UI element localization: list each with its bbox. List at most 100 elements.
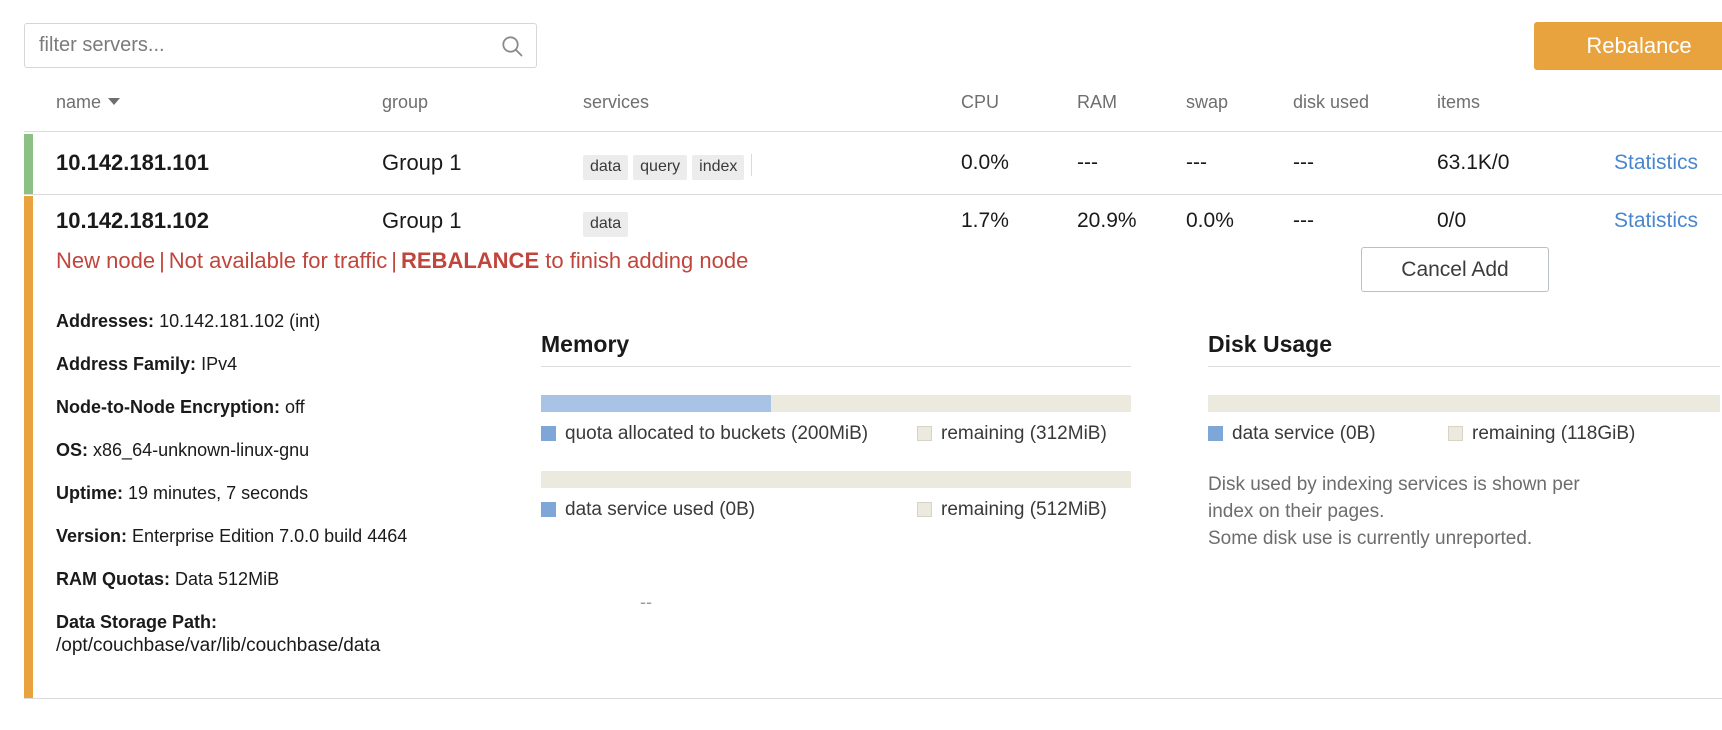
detail-value: x86_64-unknown-linux-gnu (93, 440, 309, 460)
detail-value: 10.142.181.102 (int) (159, 311, 320, 331)
services-divider (751, 154, 752, 176)
detail-node-encryption: Node-to-Node Encryption: off (56, 396, 486, 418)
servers-page: Rebalance name group services CPU RAM sw… (0, 0, 1722, 730)
legend-swatch-icon (917, 426, 932, 441)
legend-label: data service (0B) (1232, 423, 1376, 444)
legend-label: data service used (0B) (565, 499, 755, 520)
warning-finish-text: to finish adding node (545, 248, 748, 273)
cpu-value: 1.7% (961, 209, 1009, 233)
disk-note-line-3: Some disk use is currently unreported. (1208, 525, 1720, 552)
column-header-swap[interactable]: swap (1186, 92, 1228, 113)
services-badges: data (583, 212, 633, 237)
node-details: Addresses: 10.142.181.102 (int) Address … (56, 310, 486, 678)
disk-note-line-2: index on their pages. (1208, 498, 1720, 525)
detail-label: Uptime: (56, 483, 123, 503)
detail-ram-quotas: RAM Quotas: Data 512MiB (56, 568, 486, 590)
services-badges: dataqueryindex (583, 154, 752, 180)
disk-usage-note: Disk used by indexing services is shown … (1208, 471, 1720, 552)
node-status-warning: New node|Not available for traffic|REBAL… (56, 248, 748, 274)
statistics-link[interactable]: Statistics (1614, 209, 1698, 233)
cancel-add-button[interactable]: Cancel Add (1361, 247, 1549, 292)
detail-label: Version: (56, 526, 127, 546)
legend-swatch-icon (541, 502, 556, 517)
table-bottom-divider (24, 698, 1722, 699)
legend-item-quota-allocated: quota allocated to buckets (200MiB) (541, 423, 868, 445)
memory-quota-bar-fill (541, 395, 771, 412)
column-header-name[interactable]: name (56, 92, 120, 113)
server-name[interactable]: 10.142.181.102 (56, 208, 209, 234)
memory-quota-bar (541, 395, 1131, 412)
detail-value: IPv4 (201, 354, 237, 374)
disk-used-value: --- (1293, 151, 1314, 175)
detail-value: /opt/couchbase/var/lib/couchbase/data (56, 635, 486, 657)
detail-os: OS: x86_64-unknown-linux-gnu (56, 439, 486, 461)
legend-swatch-icon (1448, 426, 1463, 441)
column-header-services[interactable]: services (583, 92, 649, 113)
disk-used-value: --- (1293, 209, 1314, 233)
statistics-link[interactable]: Statistics (1614, 151, 1698, 175)
warning-separator: | (387, 248, 401, 273)
column-header-items[interactable]: items (1437, 92, 1480, 113)
cpu-value: 0.0% (961, 151, 1009, 175)
detail-version: Version: Enterprise Edition 7.0.0 build … (56, 525, 486, 547)
column-header-disk-used[interactable]: disk used (1293, 92, 1369, 113)
legend-label: quota allocated to buckets (200MiB) (565, 423, 868, 444)
service-badge: data (583, 155, 628, 180)
legend-item-data-service-remaining: remaining (512MiB) (917, 499, 1107, 521)
column-header-ram[interactable]: RAM (1077, 92, 1117, 113)
legend-item-disk-remaining: remaining (118GiB) (1448, 423, 1635, 445)
detail-label: Data Storage Path: (56, 612, 217, 632)
service-badge: data (583, 212, 628, 237)
server-name[interactable]: 10.142.181.101 (56, 150, 209, 176)
memory-panel-title: Memory (541, 330, 1131, 358)
column-header-name-label: name (56, 92, 101, 112)
warning-new-node: New node (56, 248, 155, 273)
legend-label: remaining (512MiB) (941, 499, 1107, 520)
disk-usage-bar (1208, 395, 1720, 412)
header-divider (24, 131, 1722, 132)
row-divider (24, 194, 1722, 195)
memory-data-service-bar (541, 471, 1131, 488)
swap-value: 0.0% (1186, 209, 1234, 233)
table-row[interactable]: 10.142.181.101 Group 1 dataqueryindex 0.… (24, 134, 1722, 194)
detail-label: Addresses: (56, 311, 154, 331)
warning-separator: | (155, 248, 169, 273)
legend-item-data-service-used: data service used (0B) (541, 499, 755, 521)
search-input[interactable] (25, 24, 485, 67)
disk-panel-title: Disk Usage (1208, 330, 1720, 358)
disk-note-line-1: Disk used by indexing services is shown … (1208, 471, 1720, 498)
memory-panel: Memory quota allocated to buckets (200Mi… (541, 330, 1131, 547)
legend-item-quota-remaining: remaining (312MiB) (917, 423, 1107, 445)
server-group: Group 1 (382, 208, 462, 234)
legend-label: remaining (118GiB) (1472, 423, 1635, 444)
table-header-row: name group services CPU RAM swap disk us… (0, 92, 1722, 132)
filter-servers-field[interactable] (24, 23, 537, 68)
disk-usage-panel: Disk Usage data service (0B) remaining (… (1208, 330, 1720, 552)
status-indicator-pending-rebalance (24, 196, 33, 698)
disk-usage-legend: data service (0B) remaining (118GiB) (1208, 423, 1720, 449)
memory-data-service-legend: data service used (0B) remaining (512MiB… (541, 499, 1131, 525)
column-header-group[interactable]: group (382, 92, 428, 113)
detail-uptime: Uptime: 19 minutes, 7 seconds (56, 482, 486, 504)
disk-panel-rule (1208, 366, 1720, 367)
warning-rebalance-emphasis: REBALANCE (401, 248, 539, 273)
column-header-cpu[interactable]: CPU (961, 92, 999, 113)
items-value: 0/0 (1437, 209, 1466, 233)
status-indicator-healthy (24, 134, 33, 194)
detail-label: Node-to-Node Encryption: (56, 397, 280, 417)
items-value: 63.1K/0 (1437, 151, 1509, 175)
rebalance-button[interactable]: Rebalance (1534, 22, 1722, 70)
detail-data-storage-path: Data Storage Path: /opt/couchbase/var/li… (56, 611, 486, 657)
legend-label: remaining (312MiB) (941, 423, 1107, 444)
search-icon[interactable] (501, 35, 523, 57)
detail-value: Data 512MiB (175, 569, 279, 589)
legend-swatch-icon (541, 426, 556, 441)
legend-item-disk-data-service: data service (0B) (1208, 423, 1376, 445)
ram-value: --- (1077, 151, 1098, 175)
service-badge: query (633, 155, 687, 180)
detail-label: Address Family: (56, 354, 196, 374)
legend-swatch-icon (917, 502, 932, 517)
detail-label: RAM Quotas: (56, 569, 170, 589)
detail-value: 19 minutes, 7 seconds (128, 483, 308, 503)
swap-value: --- (1186, 151, 1207, 175)
